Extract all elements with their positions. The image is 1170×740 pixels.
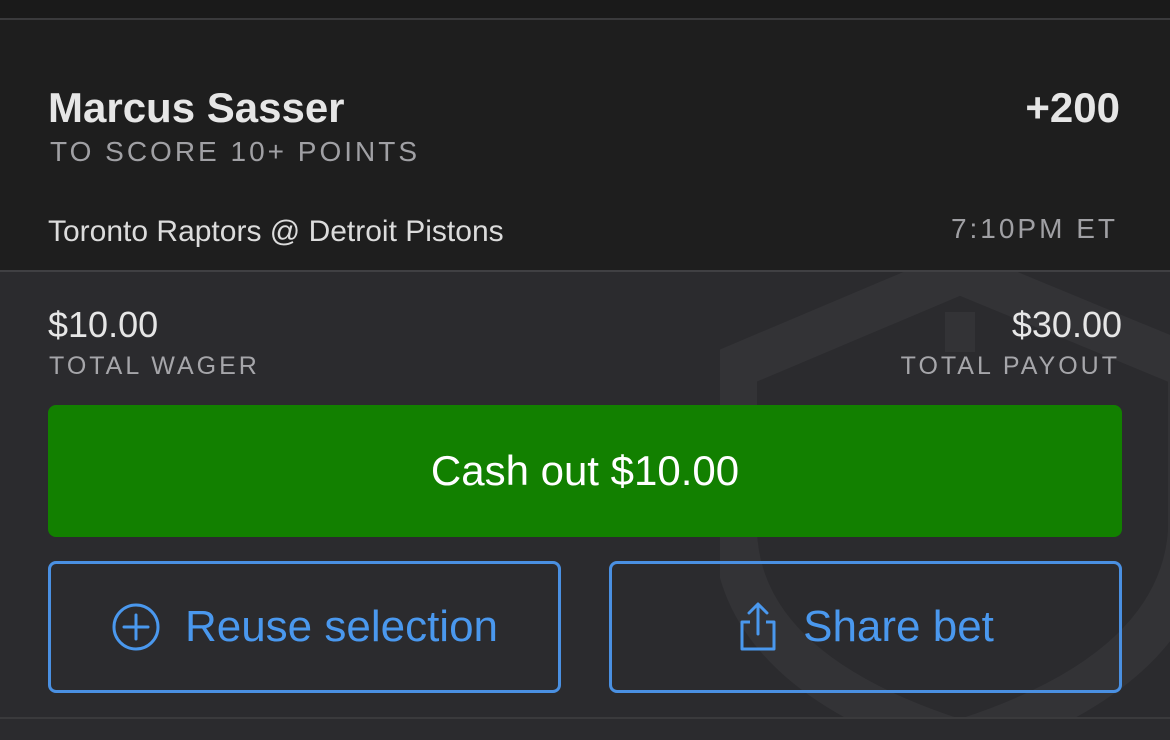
reuse-selection-label: Reuse selection: [184, 602, 499, 651]
total-wager-value: $10.00: [48, 304, 159, 345]
matchup: Toronto Raptors @ Detroit Pistons: [48, 215, 504, 248]
plus-circle-icon: [111, 602, 161, 652]
bet-body: $10.00 TOTAL WAGER $30.00 TOTAL PAYOUT C…: [0, 272, 1170, 718]
share-bet-button[interactable]: Share bet: [609, 561, 1122, 693]
top-strip: [0, 0, 1170, 20]
total-payout-label: TOTAL PAYOUT: [900, 352, 1120, 380]
total-wager-label: TOTAL WAGER: [49, 352, 260, 380]
bottom-strip: [0, 719, 1170, 740]
bet-header: Marcus Sasser +200 TO SCORE 10+ POINTS T…: [0, 20, 1170, 270]
share-icon: [737, 602, 779, 652]
player-name: Marcus Sasser: [48, 84, 345, 131]
reuse-selection-button[interactable]: Reuse selection: [48, 561, 561, 693]
market-label: TO SCORE 10+ POINTS: [50, 136, 421, 167]
total-payout-value: $30.00: [1011, 304, 1122, 345]
cash-out-button[interactable]: Cash out $10.00: [48, 405, 1122, 537]
odds: +200: [1025, 84, 1120, 131]
game-time: 7:10PM ET: [950, 213, 1118, 244]
share-bet-label: Share bet: [803, 602, 994, 651]
cash-out-label: Cash out $10.00: [430, 447, 740, 494]
